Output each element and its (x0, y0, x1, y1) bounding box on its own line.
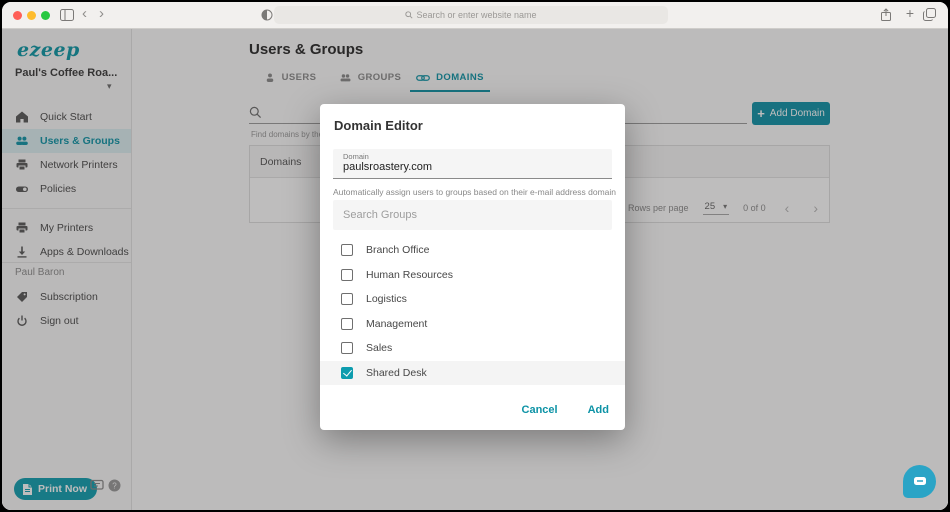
address-bar[interactable]: Search or enter website name (274, 6, 668, 24)
new-tab-button[interactable]: + (906, 6, 914, 21)
chat-widget-button[interactable] (903, 465, 936, 498)
dialog-actions: Cancel Add (520, 400, 611, 420)
browser-window: ‹ › Search or enter website name + ezeep… (2, 2, 948, 510)
dialog-helper-text: Automatically assign users to groups bas… (333, 187, 617, 197)
checkbox-checked[interactable] (341, 366, 353, 379)
group-name: Management (366, 317, 428, 330)
group-row-logistics[interactable]: Logistics (320, 287, 625, 312)
group-row-management[interactable]: Management (320, 312, 625, 337)
checkbox-unchecked[interactable] (341, 342, 353, 355)
domain-editor-dialog: Domain Editor Domain Automatically assig… (320, 104, 625, 430)
group-name: Sales (366, 342, 393, 355)
forward-button[interactable]: › (99, 6, 104, 21)
app-content: ezeep Paul's Coffee Roa... ▾ Quick Start… (2, 29, 948, 510)
group-name: Human Resources (366, 268, 453, 281)
close-window-button[interactable] (13, 11, 22, 20)
checkbox-unchecked[interactable] (341, 317, 353, 330)
minimize-window-button[interactable] (27, 11, 36, 20)
address-placeholder: Search or enter website name (416, 10, 537, 20)
group-row-human-resources[interactable]: Human Resources (320, 263, 625, 288)
zoom-window-button[interactable] (41, 11, 50, 20)
group-row-branch-office[interactable]: Branch Office (320, 238, 625, 263)
domain-field-label: Domain (343, 152, 369, 161)
group-name: Logistics (366, 293, 407, 306)
group-search-input[interactable] (333, 200, 612, 230)
chat-icon (913, 477, 926, 485)
add-button[interactable]: Add (586, 400, 611, 420)
search-icon (405, 11, 413, 19)
domain-input[interactable] (343, 161, 603, 173)
browser-toolbar: ‹ › Search or enter website name + (2, 2, 948, 29)
share-icon[interactable] (880, 8, 892, 25)
dialog-title: Domain Editor (334, 118, 423, 133)
sidebar-toggle-icon[interactable] (60, 9, 74, 24)
back-button[interactable]: ‹ (82, 6, 87, 21)
checkbox-unchecked[interactable] (341, 268, 353, 281)
group-list: Branch Office Human Resources Logistics … (320, 238, 625, 385)
tab-overview-icon[interactable] (923, 8, 936, 24)
checkbox-unchecked[interactable] (341, 244, 353, 257)
group-name: Shared Desk (366, 366, 427, 379)
page-settings-icon[interactable] (261, 9, 273, 24)
cancel-button[interactable]: Cancel (520, 400, 560, 420)
checkbox-unchecked[interactable] (341, 293, 353, 306)
group-row-shared-desk[interactable]: Shared Desk (320, 360, 625, 385)
group-name: Branch Office (366, 244, 430, 257)
group-row-sales[interactable]: Sales (320, 336, 625, 361)
